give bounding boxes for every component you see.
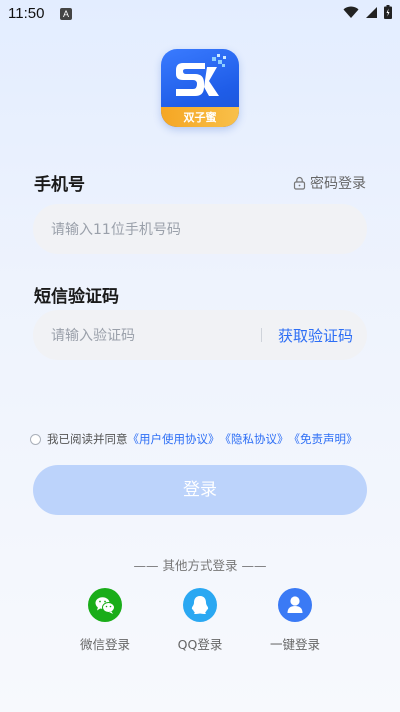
system-icons [343, 5, 392, 19]
user-agreement-link[interactable]: 《用户使用协议》 [128, 431, 220, 447]
wechat-login-option[interactable]: 微信登录 [65, 588, 145, 653]
wechat-login-label: 微信登录 [79, 637, 130, 652]
agreement-checkbox[interactable] [30, 433, 41, 445]
get-code-button[interactable]: 获取验证码 [278, 325, 353, 346]
sms-code-label: 短信验证码 [34, 287, 119, 307]
qq-login-option[interactable]: QQ登录 [160, 588, 240, 653]
battery-icon [384, 5, 392, 19]
wifi-icon [343, 6, 359, 18]
password-login-link[interactable]: 密码登录 [293, 173, 366, 193]
phone-input[interactable]: 请输入11位手机号码 [33, 204, 367, 254]
phone-label: 手机号 [34, 175, 85, 195]
one-click-login-option[interactable]: 一键登录 [255, 588, 335, 653]
privacy-link[interactable]: 《隐私协议》 [220, 431, 289, 447]
login-button[interactable]: 登录 [33, 465, 367, 515]
app-logo: 双子蜜 [161, 49, 239, 127]
status-time: 11:50 [8, 5, 45, 22]
signal-icon [366, 6, 377, 18]
one-click-login-label: 一键登录 [269, 637, 320, 652]
status-bar: 11:50 A [0, 0, 400, 28]
logo-text: 双子蜜 [183, 111, 217, 124]
agreement-row: 我已阅读并同意 《用户使用协议》 《隐私协议》 《免责声明》 [30, 431, 358, 447]
qq-icon [183, 588, 217, 622]
agreement-prefix: 我已阅读并同意 [47, 432, 128, 446]
sms-code-placeholder: 请输入验证码 [51, 328, 135, 344]
disclaimer-link[interactable]: 《免责声明》 [289, 431, 358, 447]
qq-login-label: QQ登录 [177, 637, 223, 652]
notification-icon: A [60, 8, 72, 20]
input-divider [261, 328, 262, 342]
phone-placeholder: 请输入11位手机号码 [51, 222, 181, 238]
sms-code-input[interactable]: 请输入验证码 获取验证码 [33, 310, 367, 360]
lock-icon [293, 176, 306, 190]
user-icon [278, 588, 312, 622]
wechat-icon [88, 588, 122, 622]
other-login-title: —— 其他方式登录 —— [133, 558, 267, 573]
logo-mark [176, 54, 226, 96]
password-login-label: 密码登录 [310, 176, 366, 192]
